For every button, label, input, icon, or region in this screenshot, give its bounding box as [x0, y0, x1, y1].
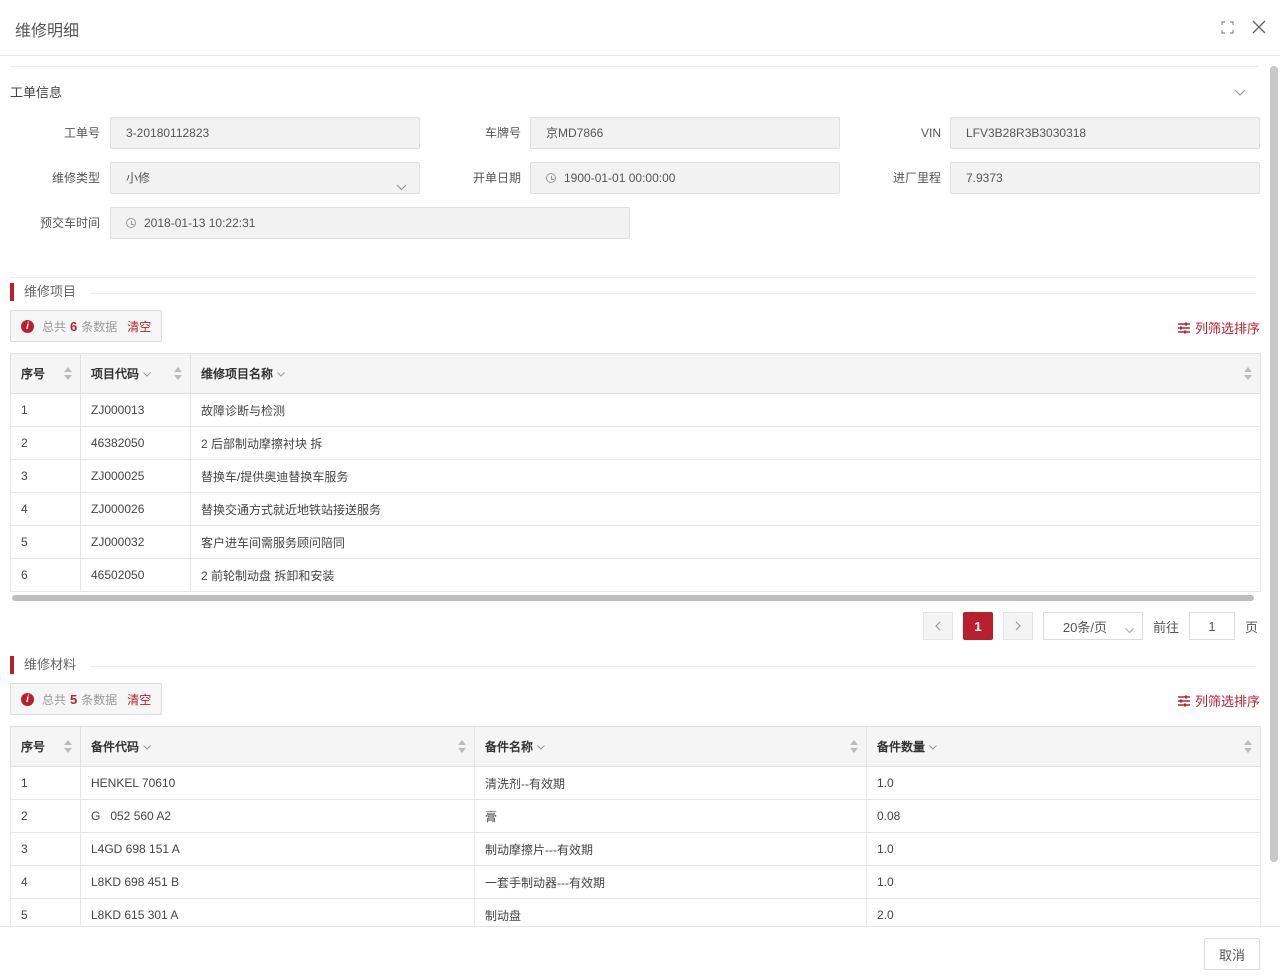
sort-icon[interactable] [1244, 367, 1252, 381]
materials-col-qty[interactable]: 备件数量 [866, 726, 1261, 767]
vin-label: VIN [920, 126, 941, 140]
chevron-down-icon [537, 739, 545, 753]
maximize-icon[interactable] [1218, 18, 1236, 36]
dialog-title: 维修明细 [15, 23, 80, 40]
vin-field[interactable]: LFV3B28R3B3030318 [950, 117, 1260, 149]
filter-sliders-icon [1177, 322, 1190, 333]
prev-page-button[interactable] [922, 612, 953, 640]
plate-label: 车牌号 [484, 126, 521, 140]
table-row[interactable]: 3 ZJ000025 替换车/提供奥迪替换车服务 [10, 459, 1261, 493]
chevron-left-icon [935, 621, 941, 631]
pagination: 1 20条/页 前往 页 [922, 612, 1258, 640]
table-row[interactable]: 4 ZJ000026 替换交通方式就近地铁站接送服务 [10, 492, 1261, 526]
open-date-field[interactable]: 1900-01-01 00:00:00 [530, 162, 840, 194]
items-column-filter-button[interactable]: 列筛选排序 [1177, 318, 1260, 337]
items-col-code[interactable]: 项目代码 [80, 353, 191, 394]
delivery-time-field[interactable]: 2018-01-13 10:22:31 [110, 207, 630, 239]
clock-icon [546, 173, 556, 183]
materials-table: 序号 备件代码 备件名称 备件数量 1 HENKEL 70610 清洗剂--有效期 1… [10, 726, 1261, 926]
page-size-select[interactable]: 20条/页 [1042, 612, 1143, 640]
dialog-footer: 取消 [0, 926, 1280, 980]
materials-info-bar: i 总共 5 条数据 清空 [10, 683, 163, 715]
open-date-label: 开单日期 [472, 171, 521, 185]
items-horizontal-scrollbar[interactable] [12, 595, 1254, 601]
sort-icon[interactable] [174, 367, 182, 381]
chevron-down-icon [143, 739, 151, 753]
materials-clear-button[interactable]: 清空 [127, 691, 151, 708]
clock-icon [126, 218, 136, 228]
sort-icon[interactable] [64, 740, 72, 754]
table-row[interactable]: 5 ZJ000032 客户进车间需服务顾问陪同 [10, 525, 1261, 559]
chevron-down-icon[interactable] [1234, 86, 1246, 100]
repair-type-label: 维修类型 [51, 171, 100, 185]
sort-icon[interactable] [458, 740, 466, 754]
info-icon: i [21, 319, 34, 333]
info-icon: i [21, 692, 34, 706]
chevron-down-icon [1125, 622, 1134, 637]
page-unit-label: 页 [1244, 619, 1258, 635]
chevron-down-icon [396, 172, 407, 202]
mileage-field[interactable]: 7.9373 [950, 162, 1260, 194]
items-clear-button[interactable]: 清空 [127, 318, 151, 335]
filter-sliders-icon [1177, 695, 1190, 706]
dialog-body: 工单信息 工单号 3-20180112823 车牌号 京MD7866 VIN L… [0, 56, 1280, 926]
repair-type-select[interactable]: 小修 [110, 162, 420, 194]
delivery-time-label: 预交车时间 [39, 216, 100, 230]
plate-field[interactable]: 京MD7866 [530, 117, 840, 149]
items-section-title: 维修项目 [10, 283, 76, 301]
goto-page-input[interactable] [1188, 612, 1235, 640]
order-no-label: 工单号 [63, 126, 100, 140]
items-col-index[interactable]: 序号 [10, 353, 81, 394]
table-row[interactable]: 1 ZJ000013 故障诊断与检测 [10, 393, 1261, 427]
table-row[interactable]: 2G 052 560 A2 膏 0.08 [10, 799, 1261, 833]
goto-label: 前往 [1152, 619, 1179, 635]
sort-icon[interactable] [850, 740, 858, 754]
chevron-down-icon [277, 366, 285, 380]
order-no-field[interactable]: 3-20180112823 [110, 117, 420, 149]
table-row[interactable]: 6 46502050 2 前轮制动盘 拆卸和安装 [10, 558, 1261, 592]
items-info-bar: i 总共 6 条数据 清空 [10, 310, 163, 342]
next-page-button[interactable] [1002, 612, 1033, 640]
sort-icon[interactable] [1244, 740, 1252, 754]
items-col-name[interactable]: 维修项目名称 [190, 353, 1261, 394]
items-count: 6 [70, 318, 78, 334]
materials-count: 5 [70, 691, 78, 707]
work-order-section-title: 工单信息 [10, 85, 63, 100]
cancel-button[interactable]: 取消 [1204, 938, 1260, 970]
vertical-scrollbar[interactable] [1270, 66, 1278, 862]
mileage-label: 进厂里程 [892, 171, 941, 185]
items-table: 序号 项目代码 维修项目名称 1 ZJ000013 故障诊断与检测 2 4638205… [10, 353, 1261, 592]
close-icon[interactable] [1250, 18, 1268, 36]
table-row[interactable]: 4 L8KD 698 451 B 一套手制动器---有效期 1.0 [10, 865, 1261, 899]
page-1-button[interactable]: 1 [962, 612, 993, 640]
table-row[interactable]: 1 HENKEL 70610 清洗剂--有效期 1.0 [10, 766, 1261, 800]
materials-column-filter-button[interactable]: 列筛选排序 [1177, 691, 1260, 710]
materials-section-title: 维修材料 [10, 656, 76, 674]
repair-detail-dialog: 维修明细 工单信息 工单号 3-20180112823 车牌号 京MD7866 … [0, 0, 1280, 980]
sort-icon[interactable] [64, 367, 72, 381]
chevron-down-icon [929, 739, 937, 753]
materials-col-name[interactable]: 备件名称 [474, 726, 867, 767]
chevron-down-icon [143, 366, 151, 380]
dialog-header: 维修明细 [0, 0, 1280, 56]
materials-col-index[interactable]: 序号 [10, 726, 81, 767]
materials-col-code[interactable]: 备件代码 [80, 726, 475, 767]
table-row[interactable]: 5 L8KD 615 301 A 制动盘 2.0 [10, 898, 1261, 926]
table-row[interactable]: 2 46382050 2 后部制动摩擦衬块 拆 [10, 426, 1261, 460]
table-row[interactable]: 3 L4GD 698 151 A 制动摩擦片---有效期 1.0 [10, 832, 1261, 866]
chevron-right-icon [1015, 621, 1021, 631]
